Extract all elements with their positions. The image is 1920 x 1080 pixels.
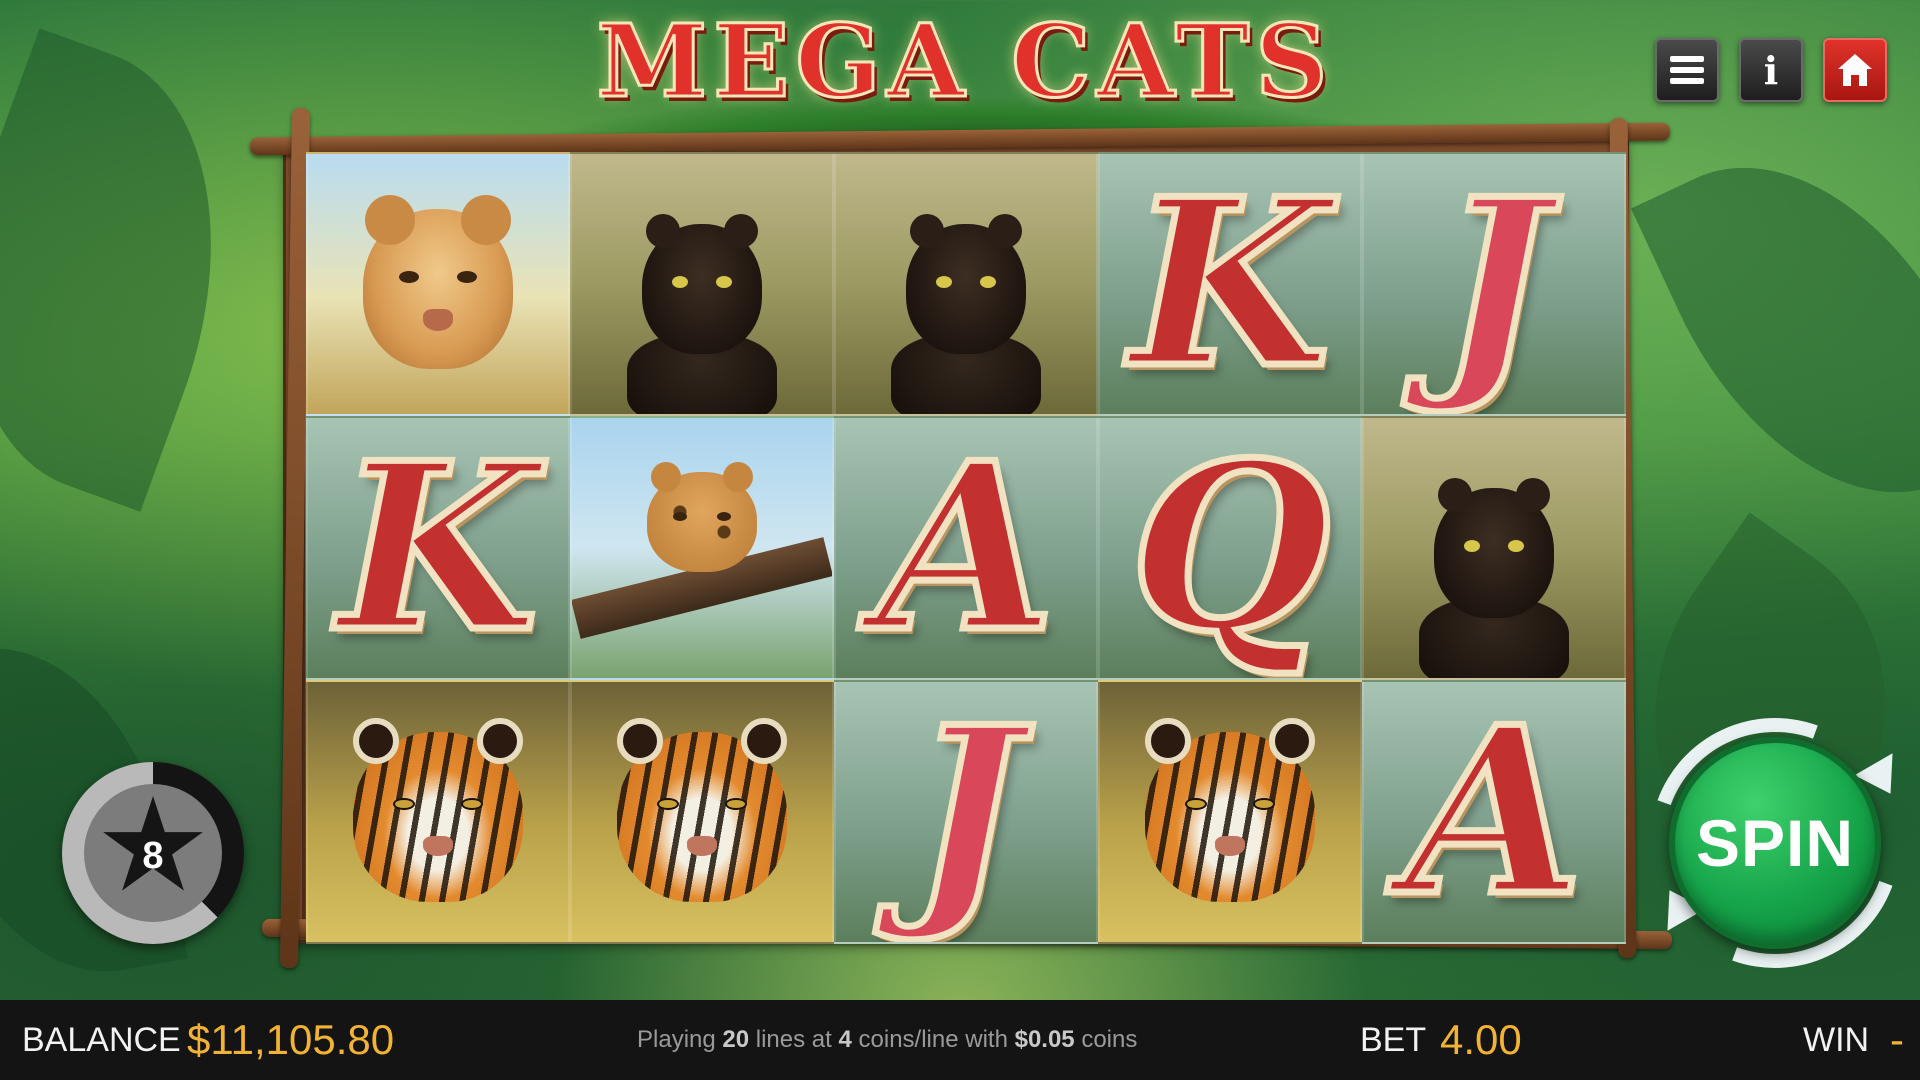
letter-a-symbol: A	[873, 416, 1058, 680]
info-mid2: coins/line with	[858, 1026, 1008, 1053]
spin-control: SPIN	[1608, 676, 1920, 1010]
win-value: -	[1890, 1016, 1904, 1063]
bet-info-line: Playing 20 lines at 4 coins/line with $0…	[637, 1000, 1137, 1080]
info-button[interactable]: i	[1739, 38, 1803, 102]
bet-label[interactable]: BET	[1360, 1000, 1426, 1080]
bottom-status-bar: BALANCE $11,105.80 Playing 20 lines at 4…	[0, 1000, 1920, 1080]
symbol-tiger	[570, 680, 834, 944]
balance-value: $11,105.80	[187, 1016, 395, 1063]
letter-j-symbol: J	[1436, 152, 1552, 416]
black-panther-icon	[1419, 478, 1569, 678]
lines-count: 20	[722, 1026, 750, 1053]
symbol-k: K	[1098, 152, 1362, 416]
coin-value: $0.05	[1014, 1026, 1075, 1053]
tiger-icon	[1145, 718, 1315, 903]
hamburger-menu-icon	[1670, 51, 1704, 89]
autoplay-button[interactable]: ★ 8	[62, 762, 244, 944]
game-title: MEGA CATS	[595, 1, 1334, 122]
letter-q-symbol: Q	[1126, 416, 1333, 680]
menu-button[interactable]	[1655, 38, 1719, 102]
reel-grid: K J K A Q J A	[306, 152, 1626, 944]
home-button[interactable]	[1823, 38, 1887, 102]
jungle-leaf-decoration	[0, 28, 284, 512]
symbol-a: A	[1362, 680, 1626, 944]
symbol-tiger	[306, 680, 570, 944]
lioness-icon	[363, 195, 513, 370]
symbol-q: Q	[1098, 416, 1362, 680]
symbol-black-panther	[570, 152, 834, 416]
bet-value[interactable]: 4.00	[1440, 1000, 1522, 1080]
spin-button[interactable]: SPIN	[1669, 737, 1881, 949]
symbol-black-panther	[834, 152, 1098, 416]
autoplay-count: 8	[142, 834, 164, 877]
jungle-leaf-decoration	[1630, 107, 1920, 553]
game-logo: MEGA CATS	[560, 1, 1370, 122]
tiger-icon	[617, 718, 787, 903]
info-icon: i	[1763, 47, 1779, 93]
win-label: WIN	[1803, 1020, 1870, 1059]
symbol-leopard	[570, 416, 834, 680]
letter-k-symbol: K	[1127, 152, 1334, 416]
black-panther-icon	[627, 214, 777, 414]
symbol-lioness	[306, 152, 570, 416]
leopard-icon	[647, 462, 757, 572]
letter-k-symbol: K	[335, 416, 542, 680]
home-icon	[1838, 54, 1872, 86]
symbol-j: J	[834, 680, 1098, 944]
info-prefix: Playing	[637, 1026, 716, 1053]
letter-a-symbol: A	[1401, 680, 1586, 944]
symbol-k: K	[306, 416, 570, 680]
symbol-a: A	[834, 416, 1098, 680]
balance-label: BALANCE	[22, 1020, 181, 1059]
tiger-icon	[353, 718, 523, 903]
info-suffix: coins	[1081, 1026, 1138, 1053]
letter-j-symbol: J	[908, 680, 1024, 944]
coins-per-line: 4	[838, 1026, 852, 1053]
symbol-j: J	[1362, 152, 1626, 416]
symbol-tiger	[1098, 680, 1362, 944]
black-panther-icon	[891, 214, 1041, 414]
info-mid1: lines at	[755, 1026, 832, 1053]
symbol-black-panther	[1362, 416, 1626, 680]
